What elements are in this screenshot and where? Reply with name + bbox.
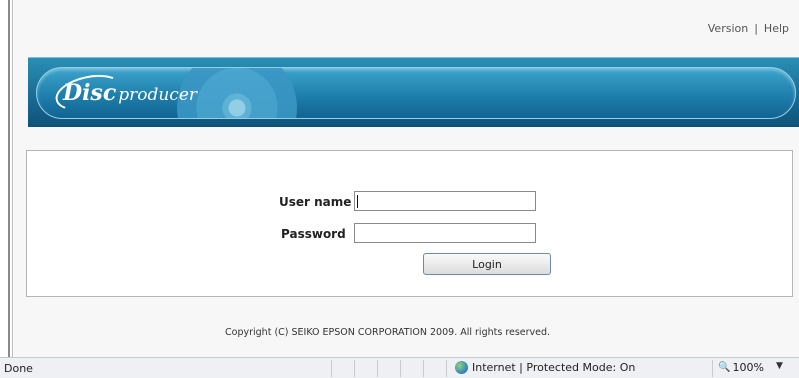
text-cursor [357,195,358,208]
link-separator: | [754,22,758,35]
disc-producer-logo: Disc producer [63,80,197,106]
username-input[interactable] [354,191,536,211]
dropdown-arrow-icon[interactable]: ▼ [776,361,783,371]
zoom-icon: 🔍 [718,362,731,373]
login-panel: User name Password Login [26,150,793,297]
logo-producer-text: producer [118,85,198,105]
header-banner: Disc producer [28,57,799,127]
username-label: User name [279,195,352,209]
version-link[interactable]: Version [708,22,748,35]
status-divider [331,360,332,377]
zone-text: Internet | Protected Mode: On [472,361,636,374]
copyright-text: Copyright (C) SEIKO EPSON CORPORATION 20… [225,327,551,338]
password-input[interactable] [354,223,536,243]
status-divider [712,360,713,377]
security-zone[interactable]: Internet | Protected Mode: On [455,361,635,374]
status-divider [423,360,424,377]
password-label: Password [281,227,346,241]
status-text: Done [4,362,33,375]
globe-icon [455,361,468,374]
page-content: Version | Help Disc producer User name Pass… [14,0,799,357]
window-edge [8,0,10,357]
status-divider [354,360,355,377]
zoom-level: 100% [732,361,764,374]
banner-pill: Disc producer [36,67,796,119]
window-left-border [0,0,13,357]
top-links: Version | Help [708,22,789,35]
help-link[interactable]: Help [764,22,789,35]
status-divider [377,360,378,377]
status-divider [446,360,447,377]
login-button[interactable]: Login [423,253,551,275]
zoom-control[interactable]: 🔍 100% [718,361,764,374]
logo-disc-text: Disc [63,80,117,106]
status-divider [400,360,401,377]
status-bar: Done Internet | Protected Mode: On 🔍 100… [0,357,799,378]
